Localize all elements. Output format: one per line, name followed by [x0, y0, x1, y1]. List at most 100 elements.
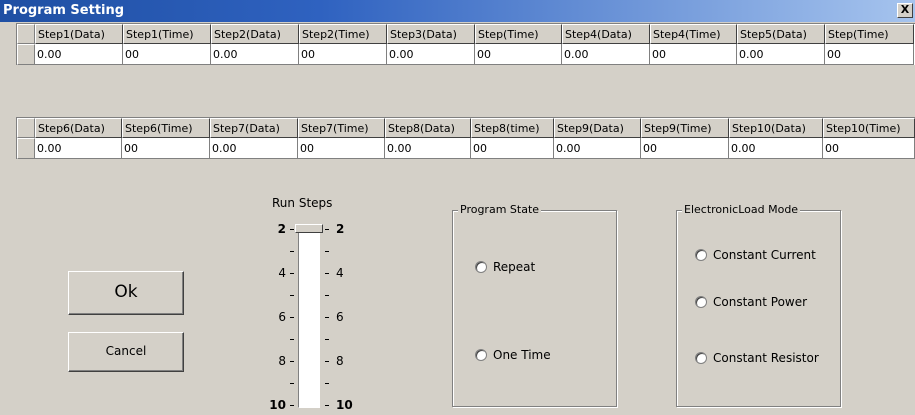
radio-label: Constant Power: [713, 295, 808, 309]
slider-tick: [290, 273, 294, 274]
slider-tick: [290, 317, 294, 318]
slider-tick: [325, 317, 329, 318]
slider-scale-label: 4: [278, 266, 286, 280]
title-bar: Program Setting X: [0, 0, 915, 22]
table-cell[interactable]: 0.00: [210, 138, 298, 159]
slider-tick: [290, 295, 294, 296]
slider-scale-label: 6: [278, 310, 286, 324]
column-header[interactable]: Step6(Data): [35, 118, 122, 138]
run-steps-slider-thumb[interactable]: [295, 224, 323, 233]
slider-scale-label: 8: [336, 354, 344, 368]
table-cell[interactable]: 0.00: [35, 44, 123, 65]
slider-tick: [290, 229, 294, 230]
table-cell[interactable]: 0.00: [387, 44, 475, 65]
table-cell[interactable]: 00: [123, 44, 211, 65]
column-header[interactable]: Step6(Time): [122, 118, 210, 138]
radio-label: Constant Current: [713, 248, 816, 262]
slider-tick: [290, 361, 294, 362]
radio-icon: [695, 296, 707, 308]
slider-tick: [325, 295, 329, 296]
table-cell[interactable]: 0.00: [211, 44, 299, 65]
grid-data-row: 0.00 00 0.00 00 0.00 00 0.00 00 0.00 00: [17, 44, 915, 65]
column-header[interactable]: Step2(Data): [211, 24, 299, 44]
radio-repeat[interactable]: Repeat: [475, 260, 535, 274]
column-header[interactable]: Step10(Data): [729, 118, 823, 138]
column-header[interactable]: Step4(Time): [650, 24, 737, 44]
load-mode-group: ElectronicLoad Mode Constant Current Con…: [676, 203, 841, 407]
radio-icon: [475, 349, 487, 361]
column-header[interactable]: Step9(Data): [554, 118, 641, 138]
close-button[interactable]: X: [897, 3, 913, 18]
row-header[interactable]: [17, 138, 35, 159]
ok-button[interactable]: Ok: [68, 271, 184, 315]
run-steps-slider-track[interactable]: [298, 230, 320, 408]
table-cell[interactable]: 00: [299, 44, 387, 65]
slider-tick: [325, 405, 329, 406]
slider-tick: [290, 405, 294, 406]
table-cell[interactable]: 00: [650, 44, 737, 65]
column-header[interactable]: Step1(Data): [35, 24, 123, 44]
slider-scale-label: 8: [278, 354, 286, 368]
load-mode-title: ElectronicLoad Mode: [682, 203, 801, 216]
cancel-button[interactable]: Cancel: [68, 332, 184, 372]
table-cell[interactable]: 0.00: [35, 138, 122, 159]
table-cell[interactable]: 00: [641, 138, 729, 159]
grid-data-row: 0.00 00 0.00 00 0.00 00 0.00 00 0.00 00: [17, 138, 915, 159]
table-cell[interactable]: 0.00: [729, 138, 823, 159]
radio-icon: [475, 261, 487, 273]
column-header[interactable]: Step4(Data): [562, 24, 650, 44]
table-cell[interactable]: 00: [122, 138, 210, 159]
column-header[interactable]: Step1(Time): [123, 24, 211, 44]
slider-scale-label: 10: [269, 398, 286, 412]
window-title: Program Setting: [3, 3, 125, 18]
slider-tick: [325, 229, 329, 230]
table-cell[interactable]: 0.00: [737, 44, 825, 65]
column-header[interactable]: Step5(Data): [737, 24, 825, 44]
steps-grid-2: Step6(Data) Step6(Time) Step7(Data) Step…: [16, 117, 915, 159]
radio-one-time[interactable]: One Time: [475, 348, 551, 362]
slider-scale-label: 10: [336, 398, 353, 412]
steps-grid-1: Step1(Data) Step1(Time) Step2(Data) Step…: [16, 23, 915, 65]
slider-tick: [290, 383, 294, 384]
program-state-title: Program State: [458, 203, 542, 216]
table-cell[interactable]: 00: [475, 44, 562, 65]
table-cell[interactable]: 00: [471, 138, 554, 159]
column-header[interactable]: Step3(Data): [387, 24, 475, 44]
slider-tick: [325, 251, 329, 252]
slider-tick: [325, 339, 329, 340]
slider-tick: [325, 361, 329, 362]
column-header[interactable]: Step8(time): [471, 118, 554, 138]
table-cell[interactable]: 0.00: [562, 44, 650, 65]
column-header[interactable]: Step7(Data): [210, 118, 298, 138]
grid-corner: [17, 118, 35, 138]
slider-tick: [290, 251, 294, 252]
close-icon: X: [900, 3, 910, 16]
column-header[interactable]: Step(Time): [475, 24, 562, 44]
grid-corner: [17, 24, 35, 44]
table-cell[interactable]: 00: [298, 138, 385, 159]
grid-header-row: Step1(Data) Step1(Time) Step2(Data) Step…: [17, 24, 915, 44]
radio-constant-current[interactable]: Constant Current: [695, 248, 816, 262]
column-header[interactable]: Step9(Time): [641, 118, 729, 138]
radio-icon: [695, 352, 707, 364]
slider-scale-label: 2: [277, 222, 286, 236]
radio-label: Constant Resistor: [713, 351, 819, 365]
grid-header-row: Step6(Data) Step6(Time) Step7(Data) Step…: [17, 118, 915, 138]
slider-scale-label: 2: [336, 222, 345, 236]
table-cell[interactable]: 0.00: [385, 138, 471, 159]
table-cell[interactable]: 0.00: [554, 138, 641, 159]
table-cell[interactable]: 00: [825, 44, 914, 65]
radio-label: One Time: [493, 348, 551, 362]
column-header[interactable]: Step7(Time): [298, 118, 385, 138]
radio-constant-resistor[interactable]: Constant Resistor: [695, 351, 819, 365]
row-header[interactable]: [17, 44, 35, 65]
column-header[interactable]: Step2(Time): [299, 24, 387, 44]
column-header[interactable]: Step(Time): [825, 24, 914, 44]
radio-constant-power[interactable]: Constant Power: [695, 295, 807, 309]
slider-scale-label: 4: [336, 266, 344, 280]
radio-label: Repeat: [493, 260, 536, 274]
table-cell[interactable]: 00: [823, 138, 915, 159]
column-header[interactable]: Step10(Time): [823, 118, 915, 138]
column-header[interactable]: Step8(Data): [385, 118, 471, 138]
radio-icon: [695, 249, 707, 261]
